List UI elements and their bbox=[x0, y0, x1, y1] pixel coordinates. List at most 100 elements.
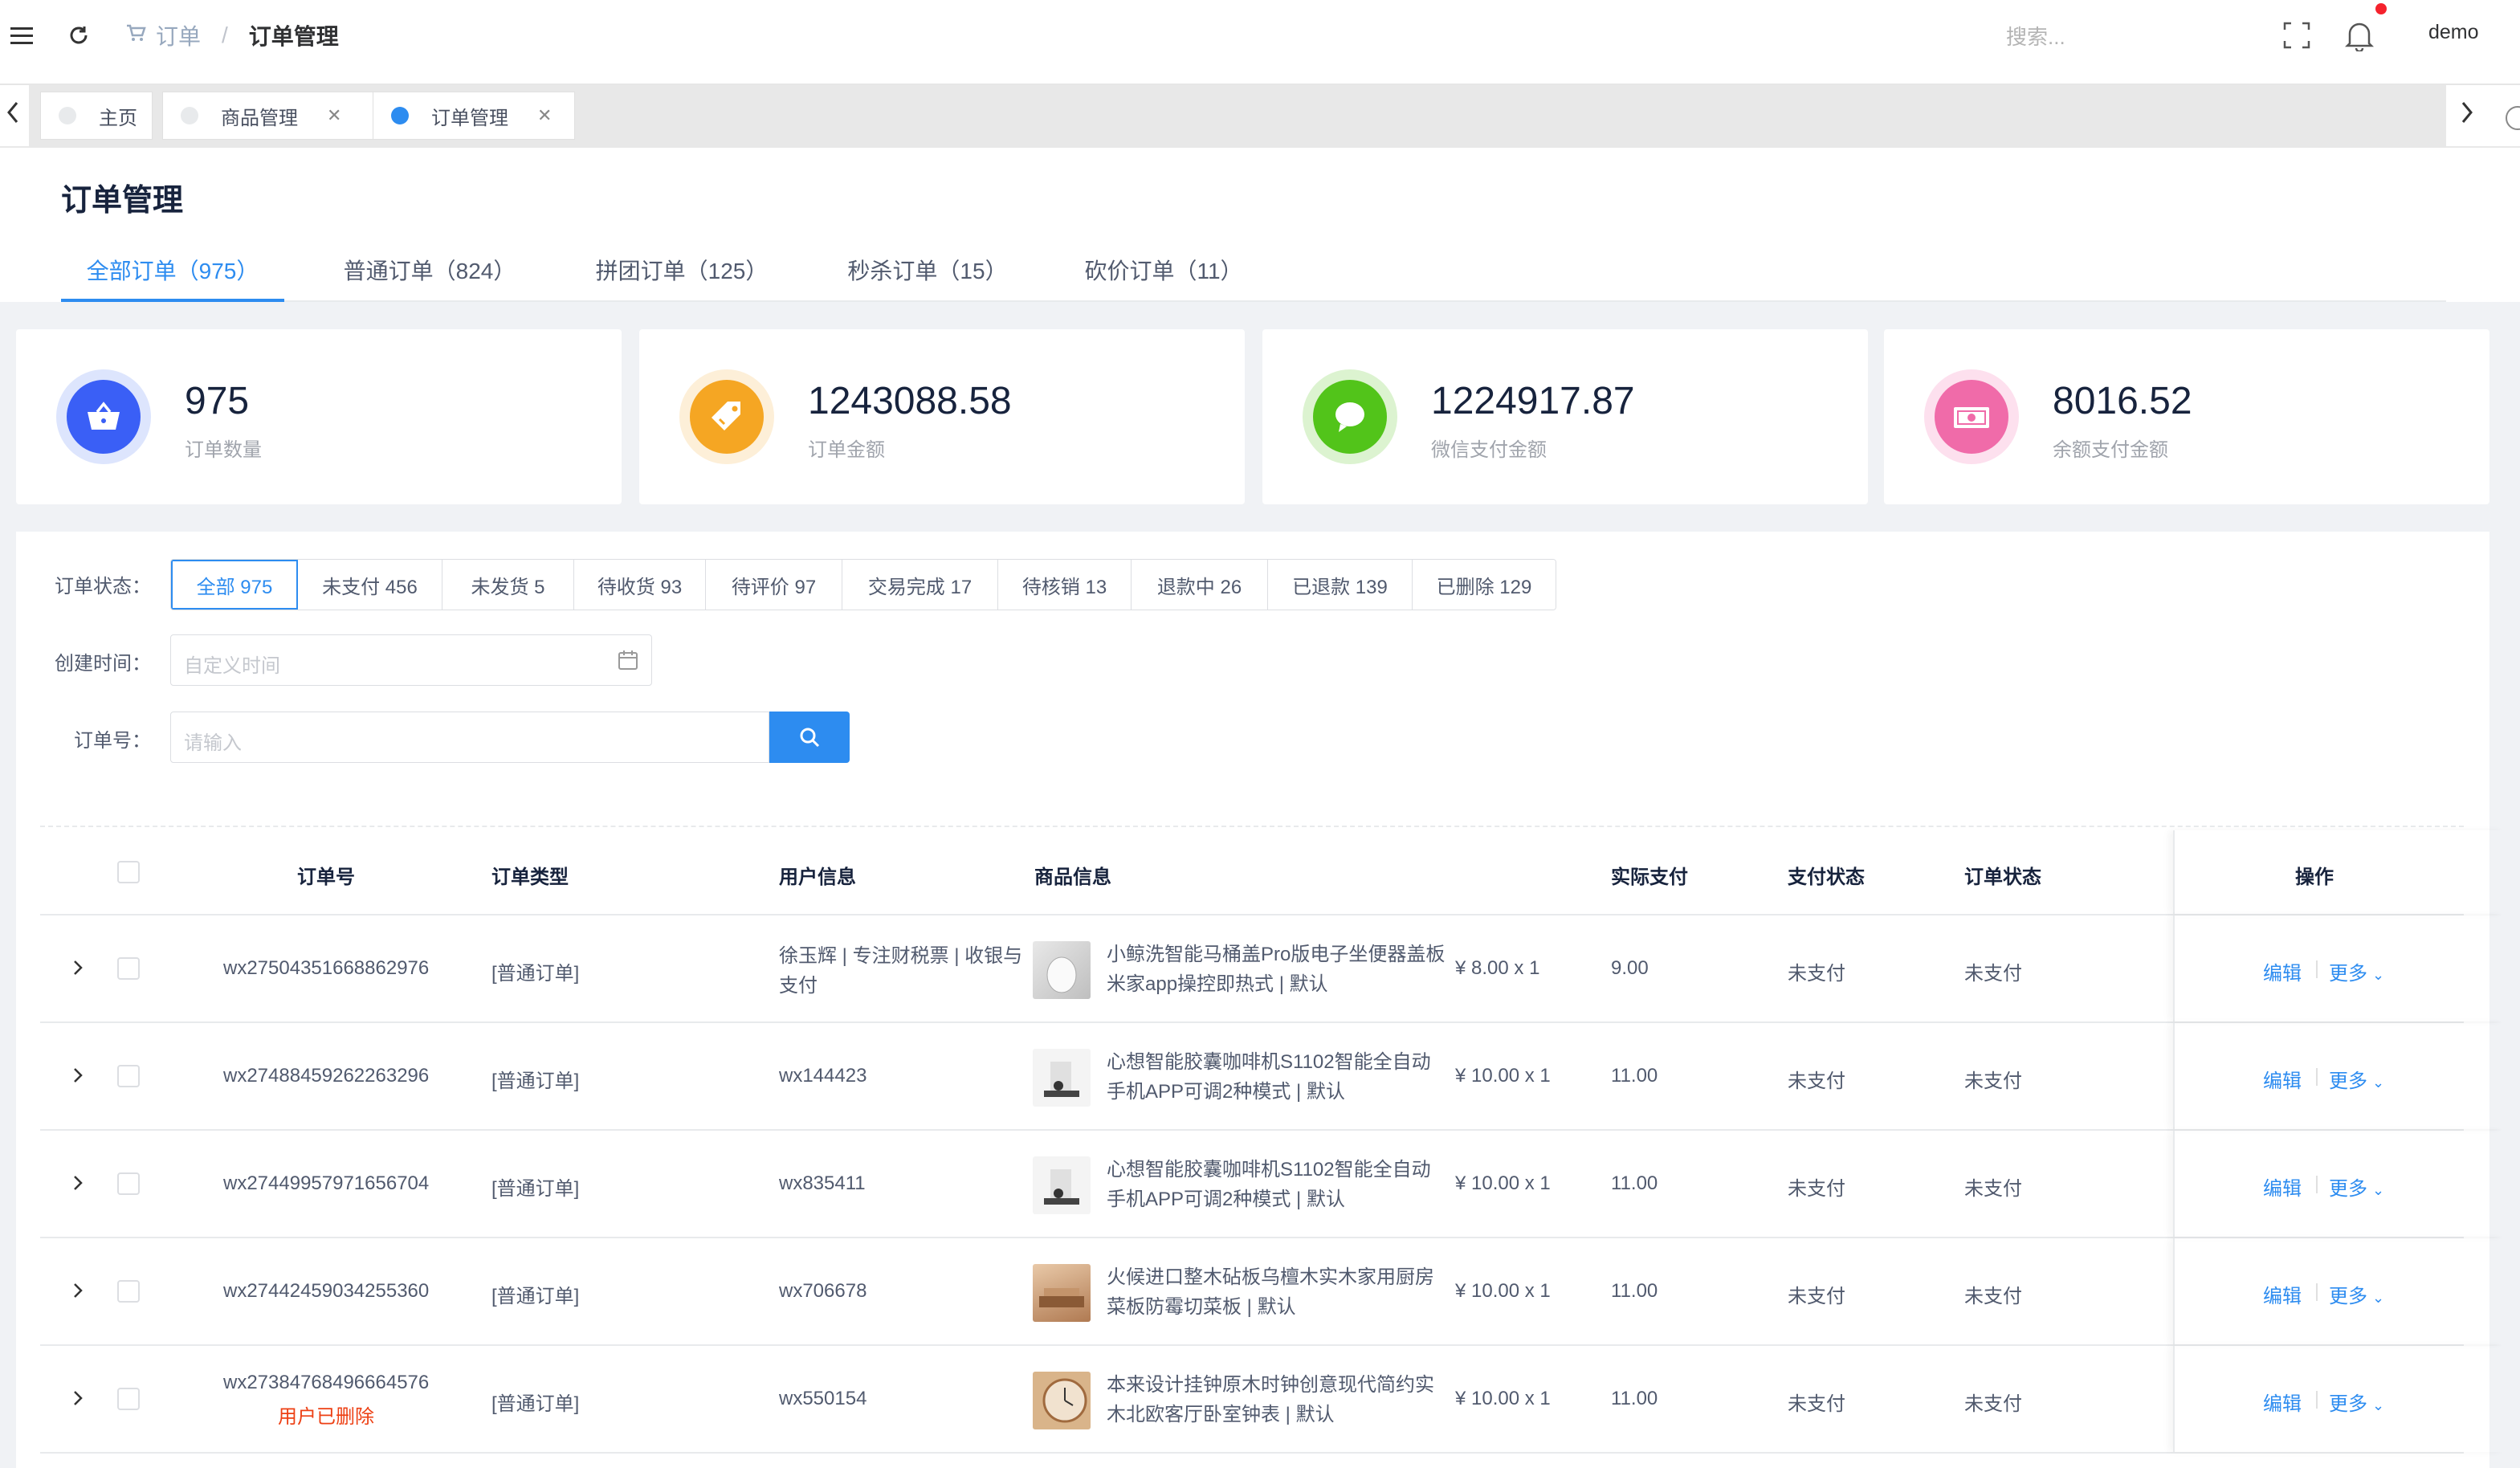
more-dropdown[interactable]: 更多 ⌄ bbox=[2329, 1065, 2384, 1093]
goods-name: 心想智能胶囊咖啡机S1102智能全自动手机APP可调2种模式 | 默认 bbox=[1107, 1159, 1431, 1210]
paid-amount: 11.00 bbox=[1611, 1065, 1658, 1087]
tag-dot bbox=[181, 107, 198, 124]
tag-orders[interactable]: 订单管理 ✕ bbox=[373, 92, 575, 140]
paid-amount: 11.00 bbox=[1611, 1280, 1658, 1302]
stat-icon-ring bbox=[679, 369, 774, 464]
tags-view: 主页 商品管理 ✕ 订单管理 ✕ bbox=[0, 85, 2520, 148]
stat-label: 订单金额 bbox=[808, 439, 885, 461]
edit-link[interactable]: 编辑 bbox=[2263, 1065, 2302, 1093]
more-dropdown[interactable]: 更多 ⌄ bbox=[2329, 1280, 2384, 1308]
user-name[interactable]: demo bbox=[2428, 21, 2479, 44]
goods-price: ¥ 10.00 x 1 bbox=[1455, 1388, 1551, 1409]
more-dropdown[interactable]: 更多 ⌄ bbox=[2329, 1172, 2384, 1201]
chevron-left-icon[interactable] bbox=[5, 100, 21, 133]
edit-link[interactable]: 编辑 bbox=[2263, 1388, 2302, 1416]
pay-status: 未支付 bbox=[1788, 1286, 1845, 1307]
row-checkbox[interactable] bbox=[117, 1065, 140, 1087]
order-status: 未支付 bbox=[1964, 1393, 2022, 1415]
stat-card-wechat-amount: 1224917.87 微信支付金额 bbox=[1262, 329, 1868, 504]
status-option-refunded[interactable]: 已退款 139 bbox=[1268, 560, 1413, 610]
status-option-all[interactable]: 全部 975 bbox=[171, 560, 298, 610]
status-option-to-receive[interactable]: 待收货 93 bbox=[574, 560, 706, 610]
tab-group[interactable]: 拼团订单（125） bbox=[570, 254, 793, 302]
row-checkbox[interactable] bbox=[117, 1388, 140, 1410]
edit-link[interactable]: 编辑 bbox=[2263, 1280, 2302, 1308]
goods-name: 本来设计挂钟原木时钟创意现代简约实木北欧客厅卧室钟表 | 默认 bbox=[1107, 1374, 1434, 1425]
chevron-right-icon[interactable] bbox=[72, 1172, 84, 1197]
tab-bargain[interactable]: 砍价订单（11） bbox=[1052, 254, 1275, 302]
row-checkbox[interactable] bbox=[117, 1172, 140, 1195]
tab-seckill[interactable]: 秒杀订单（15） bbox=[816, 254, 1039, 302]
op-divider bbox=[2316, 960, 2318, 978]
tag-home[interactable]: 主页 bbox=[40, 92, 153, 140]
operation-cell: 编辑 更多 ⌄ bbox=[2173, 1023, 2504, 1129]
edit-link[interactable]: 编辑 bbox=[2263, 957, 2302, 985]
chevron-right-icon[interactable] bbox=[72, 957, 84, 982]
hamburger-icon[interactable] bbox=[6, 19, 39, 51]
chevron-right-icon[interactable] bbox=[72, 1065, 84, 1090]
status-filter-label: 订单状态： bbox=[55, 576, 151, 597]
tab-normal[interactable]: 普通订单（824） bbox=[318, 254, 541, 302]
tag-goods[interactable]: 商品管理 ✕ bbox=[162, 92, 387, 140]
order-no: wx27504351668862976 bbox=[223, 957, 430, 979]
stat-value: 1224917.87 bbox=[1431, 380, 1635, 422]
breadcrumb-item-order[interactable]: 订单 bbox=[156, 19, 201, 51]
order-status: 未支付 bbox=[1964, 1070, 2022, 1092]
pay-status: 未支付 bbox=[1788, 1070, 1845, 1092]
status-option-completed[interactable]: 交易完成 17 bbox=[842, 560, 998, 610]
close-icon[interactable]: ✕ bbox=[537, 105, 552, 126]
status-option-unshipped[interactable]: 未发货 5 bbox=[442, 560, 574, 610]
goods-thumbnail bbox=[1033, 1264, 1091, 1322]
tags-track: 主页 商品管理 ✕ 订单管理 ✕ bbox=[29, 85, 2446, 148]
goods-name: 心想智能胶囊咖啡机S1102智能全自动手机APP可调2种模式 | 默认 bbox=[1107, 1051, 1431, 1103]
table-row: wx27384768496664576 用户已删除 [普通订单] wx55015… bbox=[40, 1346, 2464, 1454]
goods-name: 火候进口整木砧板乌檀木实木家用厨房菜板防霉切菜板 | 默认 bbox=[1107, 1266, 1434, 1318]
chevron-right-icon[interactable] bbox=[72, 1280, 84, 1305]
close-circle-icon[interactable] bbox=[2506, 106, 2520, 130]
order-no: wx27442459034255360 bbox=[223, 1280, 430, 1302]
order-no-input[interactable]: 请输入 bbox=[170, 712, 769, 763]
order-status: 未支付 bbox=[1964, 1178, 2022, 1200]
stat-value: 1243088.58 bbox=[808, 380, 1012, 422]
status-option-deleted[interactable]: 已删除 129 bbox=[1413, 560, 1556, 610]
wechat-chat-icon bbox=[1313, 380, 1387, 454]
pay-status: 未支付 bbox=[1788, 963, 1845, 985]
breadcrumb: 订单 / 订单管理 bbox=[125, 19, 339, 51]
status-option-unpaid[interactable]: 未支付 456 bbox=[298, 560, 442, 610]
more-dropdown[interactable]: 更多 ⌄ bbox=[2329, 1388, 2384, 1416]
close-icon[interactable]: ✕ bbox=[327, 105, 341, 126]
table-row: wx27504351668862976 [普通订单] 徐玉辉 | 专注财税票 |… bbox=[40, 915, 2464, 1023]
row-checkbox[interactable] bbox=[117, 1280, 140, 1303]
col-paid: 实际支付 bbox=[1611, 867, 1688, 888]
tab-all[interactable]: 全部订单（975） bbox=[61, 254, 284, 302]
order-no: wx27449957971656704 bbox=[223, 1172, 430, 1194]
status-option-to-verify[interactable]: 待核销 13 bbox=[998, 560, 1132, 610]
operation-cell: 编辑 更多 ⌄ bbox=[2173, 1131, 2504, 1237]
stat-label: 余额支付金额 bbox=[2053, 439, 2168, 461]
edit-link[interactable]: 编辑 bbox=[2263, 1172, 2302, 1201]
chevron-down-icon: ⌄ bbox=[2372, 1074, 2385, 1091]
fullscreen-icon[interactable] bbox=[2279, 18, 2314, 53]
status-option-to-review[interactable]: 待评价 97 bbox=[706, 560, 842, 610]
pay-status: 未支付 bbox=[1788, 1393, 1845, 1415]
col-order-no: 订单号 bbox=[297, 867, 355, 888]
search-icon bbox=[800, 728, 820, 748]
goods-price: ¥ 8.00 x 1 bbox=[1455, 957, 1540, 979]
select-all-checkbox[interactable] bbox=[117, 861, 140, 883]
col-goods-info: 商品信息 bbox=[1034, 867, 1111, 888]
order-type: [普通订单] bbox=[491, 1286, 580, 1307]
bell-icon[interactable] bbox=[2342, 16, 2377, 55]
refresh-icon[interactable] bbox=[63, 19, 95, 51]
more-dropdown[interactable]: 更多 ⌄ bbox=[2329, 957, 2384, 985]
date-range-input[interactable]: 自定义时间 bbox=[170, 634, 652, 686]
row-checkbox[interactable] bbox=[117, 957, 140, 980]
status-option-refunding[interactable]: 退款中 26 bbox=[1132, 560, 1268, 610]
tag-label: 商品管理 bbox=[221, 107, 298, 129]
chevron-right-icon[interactable] bbox=[2459, 100, 2475, 133]
divider bbox=[40, 826, 2464, 827]
goods-price: ¥ 10.00 x 1 bbox=[1455, 1280, 1551, 1302]
chevron-right-icon[interactable] bbox=[72, 1388, 84, 1413]
search-button[interactable] bbox=[769, 712, 850, 763]
paid-amount: 9.00 bbox=[1611, 957, 1649, 979]
global-search-input[interactable]: 搜索... bbox=[2006, 21, 2065, 51]
